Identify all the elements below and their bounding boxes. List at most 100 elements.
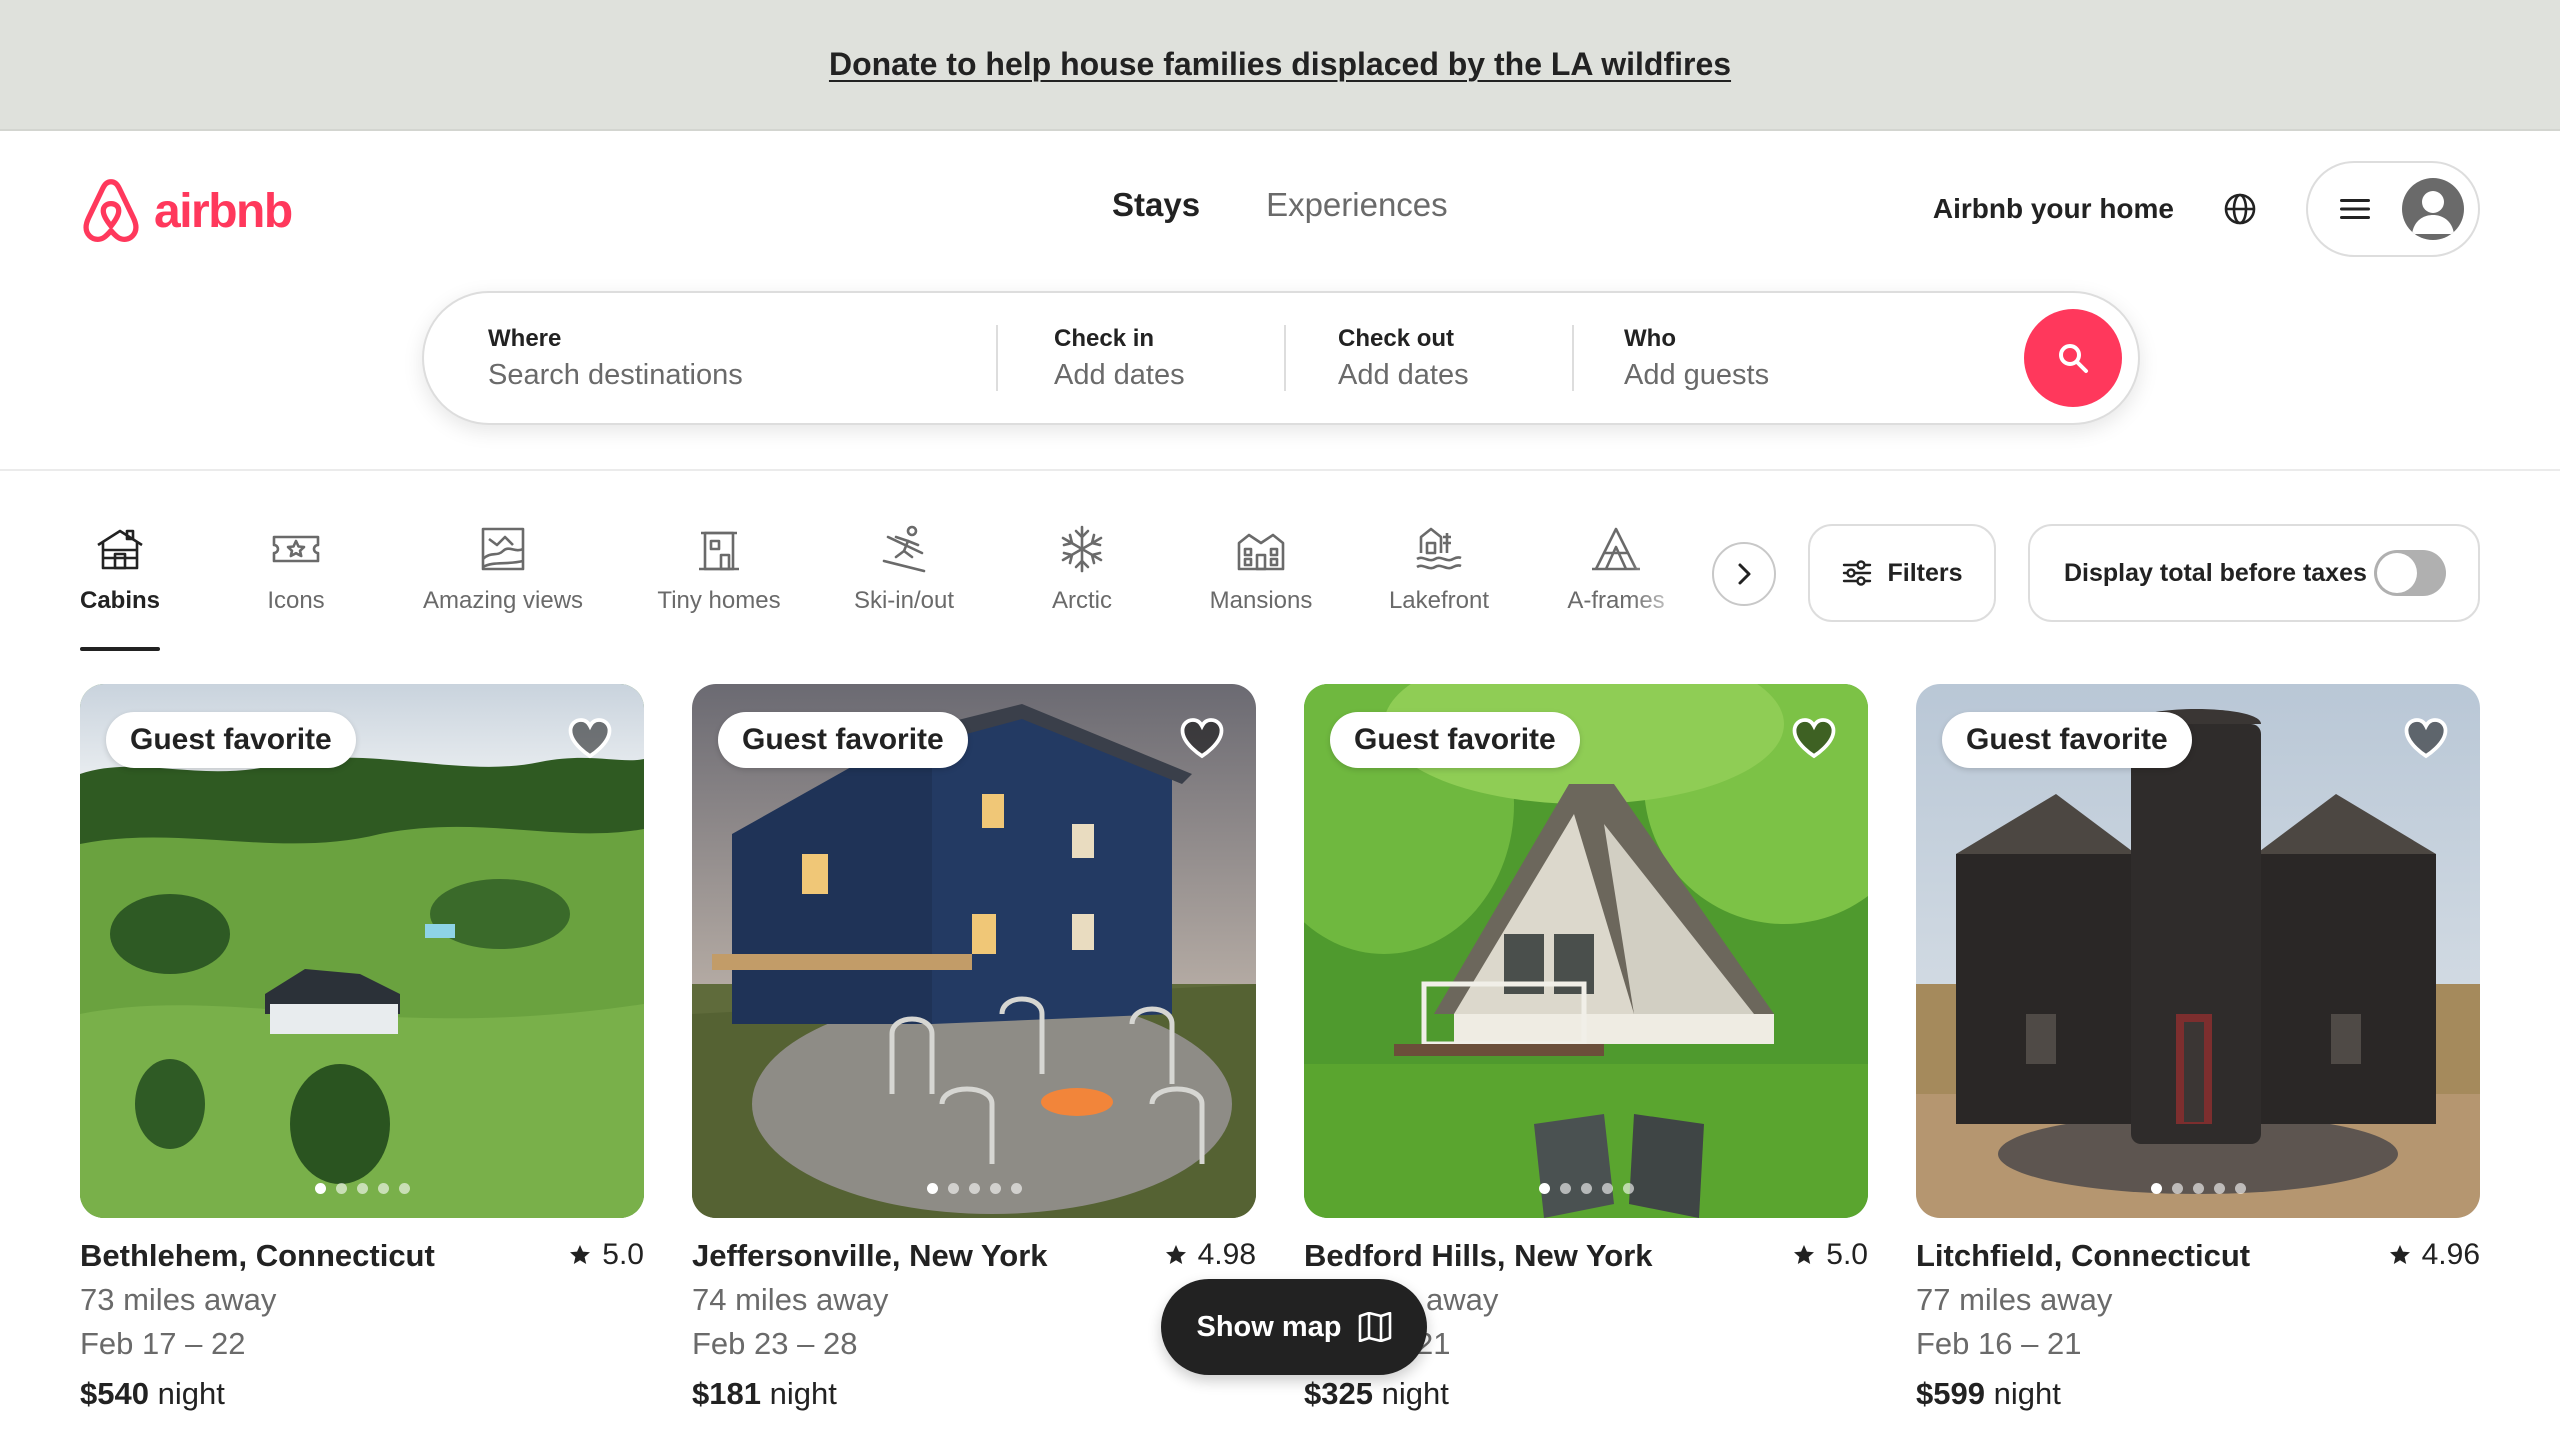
display-total-toggle[interactable] (2374, 550, 2446, 596)
display-total-toggle-box: Display total before taxes (2028, 524, 2480, 622)
heart-icon[interactable] (1790, 714, 1838, 762)
listing-photo[interactable]: Guest favorite (692, 684, 1256, 1218)
listing-card[interactable]: Guest favorite Bethlehem, Connecticut 5.… (80, 684, 644, 1412)
heart-icon[interactable] (1178, 714, 1226, 762)
check-in-value: Add dates (1054, 358, 1185, 391)
listing-rating: 4.96 (2388, 1238, 2480, 1272)
listing-rating: 5.0 (568, 1238, 644, 1272)
show-map-button[interactable]: Show map (1161, 1279, 1427, 1375)
category-label: Ski-in/out (853, 587, 955, 614)
listing-card[interactable]: Guest favorite Litchfield, Connecticut 4… (1916, 684, 2480, 1412)
category-label: Arctic (1052, 587, 1112, 614)
listing-photo[interactable]: Guest favorite (1304, 684, 1868, 1218)
tab-experiences[interactable]: Experiences (1266, 186, 1448, 224)
price-unit: night (769, 1376, 837, 1411)
photo-pagination-dots (1916, 1183, 2480, 1194)
guest-favorite-badge: Guest favorite (1330, 712, 1580, 768)
category-scroll-next-button[interactable] (1712, 542, 1776, 606)
category-label: Cabins (80, 587, 161, 614)
airbnb-your-home-link[interactable]: Airbnb your home (1933, 193, 2174, 225)
chevron-right-icon (1738, 563, 1751, 585)
rating-value: 5.0 (1826, 1238, 1868, 1271)
globe-icon (2224, 193, 2256, 225)
price-amount: $540 (80, 1376, 149, 1411)
category-amazing-views[interactable]: Amazing views (418, 523, 588, 651)
toggle-knob (2377, 553, 2417, 593)
search-bar: Where Search destinations Check in Add d… (422, 291, 2140, 425)
language-button[interactable] (2216, 185, 2264, 233)
filters-button[interactable]: Filters (1808, 524, 1996, 622)
check-in-label: Check in (1054, 324, 1155, 352)
category-icons[interactable]: Icons (263, 523, 329, 651)
where-input[interactable]: Search destinations (488, 359, 996, 392)
category-label: Amazing views (422, 587, 584, 614)
listing-photo[interactable]: Guest favorite (1916, 684, 2480, 1218)
category-label: Tiny homes (657, 587, 781, 614)
donate-link[interactable]: Donate to help house families displaced … (829, 46, 1731, 83)
profile-menu-button[interactable] (2306, 161, 2480, 257)
category-arctic[interactable]: Arctic (1047, 523, 1117, 651)
check-in-field[interactable]: Check in Add dates (998, 293, 1284, 423)
search-icon (2059, 344, 2088, 373)
main-nav: Stays Experiences (1112, 186, 1448, 224)
category-label: Lakefront (1388, 587, 1490, 614)
rating-value: 4.96 (2421, 1238, 2480, 1271)
category-tiny-homes[interactable]: Tiny homes (654, 523, 784, 651)
search-button[interactable] (2024, 309, 2122, 407)
who-value: Add guests (1624, 358, 1770, 391)
skier-icon (882, 525, 926, 573)
logo-wordmark: airbnb (154, 184, 293, 238)
star-icon (1794, 1245, 1815, 1264)
tab-stays[interactable]: Stays (1112, 186, 1200, 224)
listing-price: $599 night (1916, 1376, 2480, 1412)
heart-icon[interactable] (566, 714, 614, 762)
airbnb-logo[interactable]: airbnb (80, 176, 293, 246)
category-label: Mansions (1209, 587, 1313, 614)
photo-pagination-dots (80, 1183, 644, 1194)
where-field[interactable]: Where Search destinations (424, 293, 996, 423)
map-icon (1358, 1312, 1391, 1342)
announcement-banner: Donate to help house families displaced … (0, 0, 2560, 131)
airbnb-belo-icon (83, 179, 139, 242)
category-mansions[interactable]: Mansions (1207, 523, 1315, 651)
category-ski-in-out[interactable]: Ski-in/out (848, 523, 960, 651)
price-amount: $325 (1304, 1376, 1373, 1411)
listing-photo[interactable]: Guest favorite (80, 684, 644, 1218)
category-cabins[interactable]: Cabins (80, 523, 160, 651)
rating-value: 5.0 (602, 1238, 644, 1271)
listing-location: Bedford Hills, New York (1304, 1238, 1653, 1273)
star-icon (570, 1245, 591, 1264)
amazing-views-icon (481, 527, 525, 571)
check-out-value: Add dates (1338, 358, 1469, 391)
heart-icon[interactable] (2402, 714, 2450, 762)
category-lakefront[interactable]: Lakefront (1383, 523, 1495, 651)
snowflake-icon (1061, 525, 1103, 573)
avatar (2402, 178, 2464, 240)
listing-distance: 73 miles away (80, 1282, 277, 1317)
price-unit: night (157, 1376, 225, 1411)
listing-info: Litchfield, Connecticut 4.96 77 miles aw… (1916, 1238, 2480, 1412)
listing-location: Bethlehem, Connecticut (80, 1238, 435, 1273)
photo-pagination-dots (1304, 1183, 1868, 1194)
star-icon (1165, 1245, 1186, 1264)
cabin-icon (97, 529, 143, 570)
category-label: Icons (267, 587, 325, 614)
filters-label: Filters (1887, 558, 1963, 587)
icons-ticket-icon (272, 535, 320, 563)
check-out-label: Check out (1338, 324, 1455, 352)
category-fade (1630, 511, 1720, 621)
price-unit: night (1381, 1376, 1449, 1411)
price-unit: night (1993, 1376, 2061, 1411)
listing-rating: 5.0 (1792, 1238, 1868, 1272)
listing-price: $325 night (1304, 1376, 1868, 1412)
display-total-label: Display total before taxes (2064, 558, 2367, 587)
listing-dates: Feb 17 – 22 (80, 1326, 246, 1361)
rating-value: 4.98 (1197, 1238, 1256, 1271)
check-out-field[interactable]: Check out Add dates (1286, 293, 1572, 423)
who-field[interactable]: Who Add guests (1574, 293, 2024, 423)
tiny-home-icon (699, 531, 739, 571)
where-label: Where (488, 324, 562, 352)
filters-sliders-icon (1843, 560, 1872, 586)
listing-rating: 4.98 (1164, 1238, 1256, 1272)
hamburger-menu-icon (2340, 199, 2370, 219)
